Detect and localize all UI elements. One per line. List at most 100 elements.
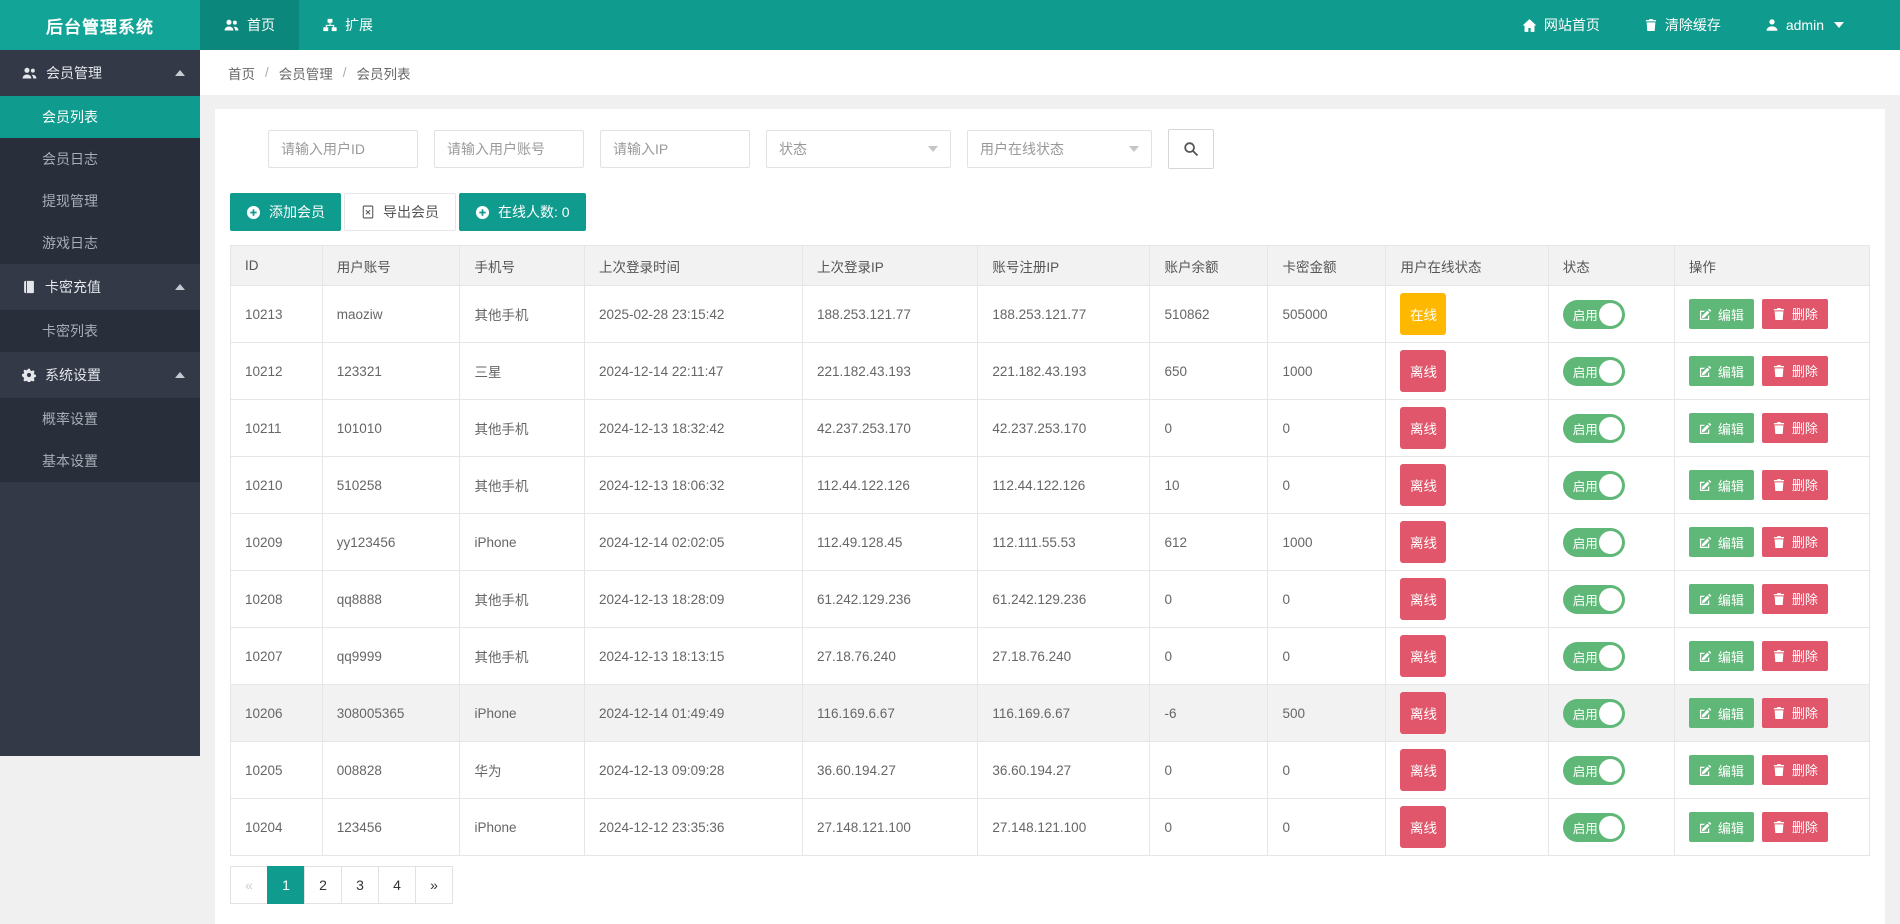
edit-button[interactable]: 编辑 [1688,698,1754,729]
cell-status: 启用 [1547,513,1675,571]
page-3[interactable]: 3 [341,866,379,904]
topbar-item-clear-cache[interactable]: 清除缓存 [1622,0,1743,50]
page-2[interactable]: 2 [304,866,342,904]
toggle-knob [1598,815,1622,839]
user-id-input[interactable] [268,130,418,168]
sidebar-item-basic-settings[interactable]: 基本设置 [0,440,200,482]
sidebar-section-label: 系统设置 [45,367,101,383]
edit-button[interactable]: 编辑 [1688,527,1754,558]
edit-button[interactable]: 编辑 [1688,413,1754,444]
cell-balance: 0 [1149,399,1269,457]
online-status-select[interactable]: 用户在线状态 [967,130,1152,168]
add-member-button[interactable]: 添加会员 [230,193,341,231]
content-card: 状态用户在线状态 添加会员导出会员在线人数: 0 ID用户账号手机号上次登录时间… [215,109,1885,924]
cell-card-amount: 1000 [1267,513,1387,571]
delete-button[interactable]: 删除 [1761,811,1828,842]
toggle-knob [1598,473,1622,497]
sidebar-item-member-logs[interactable]: 会员日志 [0,138,200,180]
sidebar-section-member-management[interactable]: 会员管理 [0,50,200,96]
sidebar-item-probability-settings[interactable]: 概率设置 [0,398,200,440]
sidebar-item-card-list[interactable]: 卡密列表 [0,310,200,352]
search-button[interactable] [1168,129,1214,169]
column-header: 用户在线状态 [1385,245,1549,286]
edit-button[interactable]: 编辑 [1688,641,1754,672]
cell-last-login-time: 2024-12-14 01:49:49 [584,684,803,742]
delete-button[interactable]: 删除 [1761,298,1828,329]
topbar-item-site-home[interactable]: 网站首页 [1500,0,1622,50]
delete-button[interactable]: 删除 [1761,640,1828,671]
status-toggle[interactable]: 启用 [1562,356,1625,386]
delete-button[interactable]: 删除 [1761,697,1828,728]
sidebar-submenu-member-management: 会员列表 会员日志 提现管理 游戏日志 [0,96,200,264]
delete-button[interactable]: 删除 [1761,583,1828,614]
toggle-knob [1598,359,1622,383]
cell-account: qq8888 [321,570,461,628]
page-1[interactable]: 1 [267,866,305,904]
page-next[interactable]: » [415,866,453,904]
ip-input[interactable] [600,130,750,168]
status-toggle[interactable]: 启用 [1562,299,1625,329]
topbar-item-admin-menu[interactable]: admin [1743,0,1866,50]
page-4[interactable]: 4 [378,866,416,904]
toggle-knob [1598,701,1622,725]
export-member-button[interactable]: 导出会员 [344,193,456,231]
status-toggle[interactable]: 启用 [1562,641,1625,671]
delete-button[interactable]: 删除 [1761,469,1828,500]
account-input[interactable] [434,130,584,168]
cell-id: 10206 [230,684,323,742]
status-toggle[interactable]: 启用 [1562,527,1625,557]
status-toggle[interactable]: 启用 [1562,584,1625,614]
delete-button[interactable]: 删除 [1761,355,1828,386]
sidebar-section-card-recharge[interactable]: 卡密充值 [0,264,200,310]
sidebar-item-member-list[interactable]: 会员列表 [0,96,200,138]
cell-phone: iPhone [459,798,586,856]
edit-icon [1699,308,1712,321]
delete-button[interactable]: 删除 [1761,754,1828,785]
member-table: ID 用户账号 手机号 上次登录时间 上次登录IP 账号注册IP 账户余额 卡密金额 用户在线状… [230,245,1871,856]
button-label: 编辑 [1717,421,1744,437]
sidebar-item-withdraw-management[interactable]: 提现管理 [0,180,200,222]
sidebar-item-game-logs[interactable]: 游戏日志 [0,222,200,264]
status-toggle[interactable]: 启用 [1562,413,1625,443]
cell-id: 10212 [230,342,323,400]
tab-home[interactable]: 首页 [200,0,299,50]
tab-extension[interactable]: 扩展 [299,0,397,50]
status-toggle[interactable]: 启用 [1562,812,1625,842]
cell-status: 启用 [1547,570,1675,628]
edit-button[interactable]: 编辑 [1688,584,1754,615]
cell-id: 10207 [230,627,323,685]
cell-operations: 编辑 删除 [1673,627,1871,685]
pagination: «1 2 3 4» [230,866,453,904]
edit-button[interactable]: 编辑 [1688,299,1754,330]
online-count-button[interactable]: 在线人数: 0 [459,193,586,231]
edit-button[interactable]: 编辑 [1688,812,1754,843]
cell-last-login-time: 2024-12-12 23:35:36 [584,798,803,856]
cell-operations: 编辑 删除 [1673,684,1871,742]
topbar-item-label: 网站首页 [1543,17,1600,33]
button-label: 添加会员 [269,204,325,220]
table-row: 10205 008828 华为 2024-12-13 09:09:28 36.60.19… [230,741,1871,799]
edit-button[interactable]: 编辑 [1688,470,1754,501]
breadcrumb-item[interactable]: 会员管理 [279,63,333,83]
delete-button[interactable]: 删除 [1761,412,1828,443]
cell-last-login-time: 2024-12-13 18:28:09 [584,570,803,628]
status-select[interactable]: 状态 [766,130,951,168]
cell-phone: 其他手机 [459,399,586,457]
sidebar-section-system-settings[interactable]: 系统设置 [0,352,200,398]
status-toggle[interactable]: 启用 [1562,470,1625,500]
edit-button[interactable]: 编辑 [1688,356,1754,387]
cell-card-amount: 0 [1267,627,1387,685]
cell-card-amount: 0 [1267,741,1387,799]
cell-last-login-time: 2024-12-13 18:06:32 [584,456,803,514]
status-toggle[interactable]: 启用 [1562,755,1625,785]
edit-button[interactable]: 编辑 [1688,755,1754,786]
delete-button[interactable]: 删除 [1761,526,1828,557]
cell-balance: 650 [1149,342,1269,400]
cell-status: 启用 [1547,627,1675,685]
trash-icon [1772,364,1786,378]
status-toggle[interactable]: 启用 [1562,698,1625,728]
breadcrumb-item[interactable]: 首页 [228,63,255,83]
cell-online-status: 离线 [1385,456,1549,514]
button-label: 编辑 [1717,307,1744,323]
button-label: 编辑 [1717,535,1744,551]
